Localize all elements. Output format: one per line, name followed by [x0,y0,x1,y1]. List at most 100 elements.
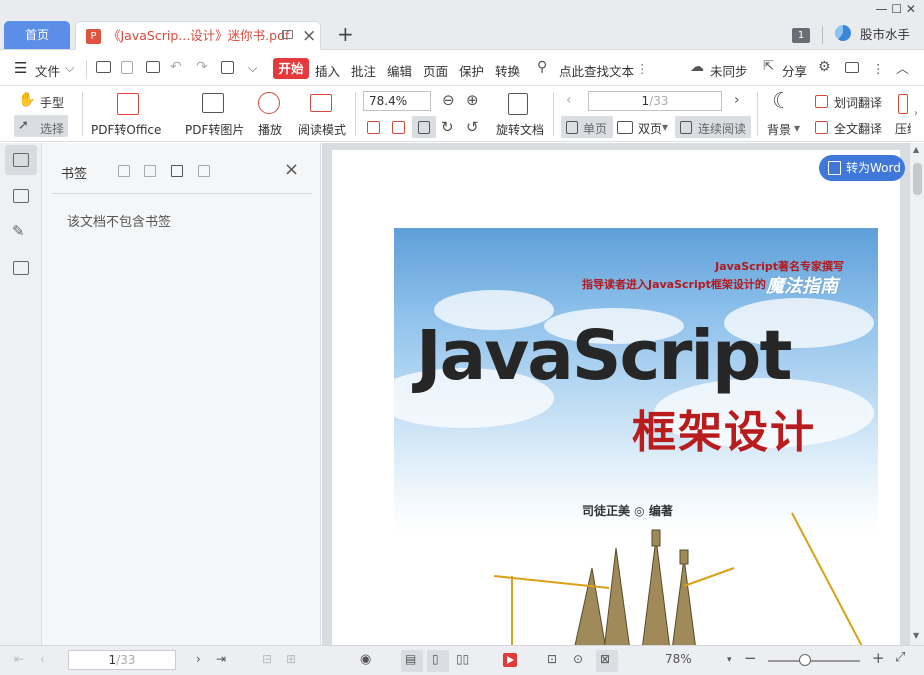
fit-width-icon[interactable] [418,121,430,134]
print-icon[interactable] [146,61,160,73]
forward-icon[interactable]: ⊞ [286,652,296,666]
word-translate-button[interactable]: 划词翻译 [834,94,882,111]
background-button[interactable]: 背景 [767,121,791,138]
fit-page-icon[interactable]: ⊙ [573,652,583,666]
share-button[interactable]: 分享 [782,61,807,80]
play-icon[interactable] [258,92,280,114]
ribbon-scroll-right-icon[interactable]: › [914,108,918,119]
delete-bookmark-icon[interactable] [198,165,210,177]
tab-home[interactable]: 首页 [4,21,70,49]
annotation-pen-icon[interactable]: ✎ [12,222,25,240]
menu-file[interactable]: 文件 [35,61,60,80]
prev-page-icon[interactable]: ‹ [566,92,572,108]
last-page-icon[interactable]: ⇥ [216,652,226,666]
tab-document[interactable]: P 《JavaScrip...设计》迷你书.pdf × [75,21,321,50]
menu-start[interactable]: 开始 [273,58,309,79]
single-page-icon[interactable] [566,121,578,134]
rotate-left-icon[interactable]: ↻ [441,118,454,136]
actual-size-icon[interactable]: ⊡ [547,652,557,666]
read-mode-icon[interactable] [310,94,332,112]
bookmark-edit-icon[interactable] [171,165,183,177]
actual-size-icon[interactable] [367,121,380,134]
zoom-slider-track[interactable] [768,660,860,662]
menu-protect[interactable]: 保护 [459,61,484,80]
compress-icon[interactable] [898,94,908,114]
new-tab-icon[interactable]: + [337,23,354,45]
more-dropdown-icon[interactable]: ⌵ [248,60,257,76]
zoom-select[interactable]: 78.4% [363,91,431,111]
more-options-icon[interactable]: ⋮ [872,61,885,76]
sync-status[interactable]: 未同步 [710,61,748,80]
tab-close-icon[interactable]: × [302,25,316,47]
pdf-to-image-button[interactable]: PDF转图片 [185,121,244,138]
comment-icon[interactable] [845,62,859,73]
status-page-input[interactable]: 1/33 [68,650,176,670]
continuous-read-button[interactable]: 连续阅读 [698,120,746,137]
menu-insert[interactable]: 插入 [315,61,340,80]
convert-to-word-button[interactable]: 转为Word [819,155,905,181]
scroll-up-icon[interactable]: ▲ [913,145,919,154]
search-icon[interactable]: ⚲ [537,59,547,75]
open-folder-icon[interactable] [96,61,111,73]
pdf-page[interactable]: JavaScript著名专家撰写 指导读者进入JavaScript框架设计的 魔… [332,150,900,650]
zoom-in-icon[interactable]: ⊕ [466,91,479,109]
close-icon[interactable]: × [284,159,299,180]
rotate-right-icon[interactable]: ↺ [466,118,479,136]
double-page-button[interactable]: 双页 [638,120,662,137]
window-controls[interactable]: — ☐ ✕ [876,2,916,16]
document-viewport[interactable]: JavaScript著名专家撰写 指导读者进入JavaScript框架设计的 魔… [322,143,924,650]
page-number-input[interactable]: 1/33 [588,91,722,111]
status-zoom-value[interactable]: 78% [665,652,692,666]
single-page-mode-icon[interactable]: ▯ [432,652,439,666]
collapse-ribbon-icon[interactable]: ︿ [896,58,909,77]
rotate-document-icon[interactable] [508,93,528,115]
stock-app-label[interactable]: 股市水手 [860,24,910,43]
cloud-sync-icon[interactable]: ☁ [690,59,704,75]
fit-width-icon[interactable]: ⊠ [600,652,610,666]
menu-edit[interactable]: 编辑 [387,61,412,80]
zoom-minus-icon[interactable]: − [744,649,757,667]
compress-button[interactable]: 压缩 [895,120,911,137]
more-vertical-icon[interactable]: ⋮ [636,61,649,76]
background-moon-icon[interactable]: ☾ [772,89,792,114]
continuous-icon[interactable] [680,121,692,134]
play-button[interactable]: 播放 [258,121,282,138]
double-page-icon[interactable] [617,121,633,134]
chevron-down-icon[interactable]: ⌵ [65,60,74,76]
menu-page[interactable]: 页面 [423,61,448,80]
single-page-button[interactable]: 单页 [583,120,607,137]
redo-icon[interactable]: ↷ [196,59,208,75]
scroll-down-icon[interactable]: ▼ [913,631,919,640]
full-translate-button[interactable]: 全文翻译 [834,120,882,137]
menu-convert[interactable]: 转换 [495,61,520,80]
vertical-scrollbar[interactable]: ▲ ▼ [910,143,924,645]
rotate-document-button[interactable]: 旋转文档 [496,121,544,138]
notification-badge[interactable]: 1 [792,28,810,43]
back-icon[interactable]: ⊟ [262,652,272,666]
chevron-down-icon[interactable]: ▾ [794,121,800,135]
stock-app-icon[interactable] [835,25,851,41]
next-page-icon[interactable]: › [734,92,740,108]
undo-icon[interactable]: ↶ [170,59,182,75]
prev-page-icon[interactable]: ‹ [40,652,45,666]
zoom-out-icon[interactable]: ⊖ [442,91,455,109]
read-mode-button[interactable]: 阅读模式 [298,121,346,138]
continuous-mode-icon[interactable]: ▤ [405,652,416,666]
eye-protect-icon[interactable]: ◉ [360,652,371,667]
monitor-icon[interactable] [282,30,293,39]
pdf-to-image-icon[interactable] [202,93,224,113]
scrollbar-thumb[interactable] [913,163,922,195]
pdf-to-office-icon[interactable] [117,93,139,115]
full-translate-icon[interactable] [815,121,828,134]
select-tool-button[interactable]: 选择 [40,120,64,137]
pdf-to-office-button[interactable]: PDF转Office [91,121,161,138]
settings-icon[interactable]: ⚙ [818,59,831,75]
signature-icon[interactable] [13,261,29,275]
hamburger-icon[interactable]: ☰ [14,59,27,77]
double-page-mode-icon[interactable]: ▯▯ [456,652,469,666]
menu-annotate[interactable]: 批注 [351,61,376,80]
fit-page-icon[interactable] [392,121,405,134]
search-text-button[interactable]: 点此查找文本 [559,61,634,80]
fullscreen-icon[interactable]: ⤢ [895,650,905,665]
thumbnail-image-icon[interactable] [13,189,29,203]
